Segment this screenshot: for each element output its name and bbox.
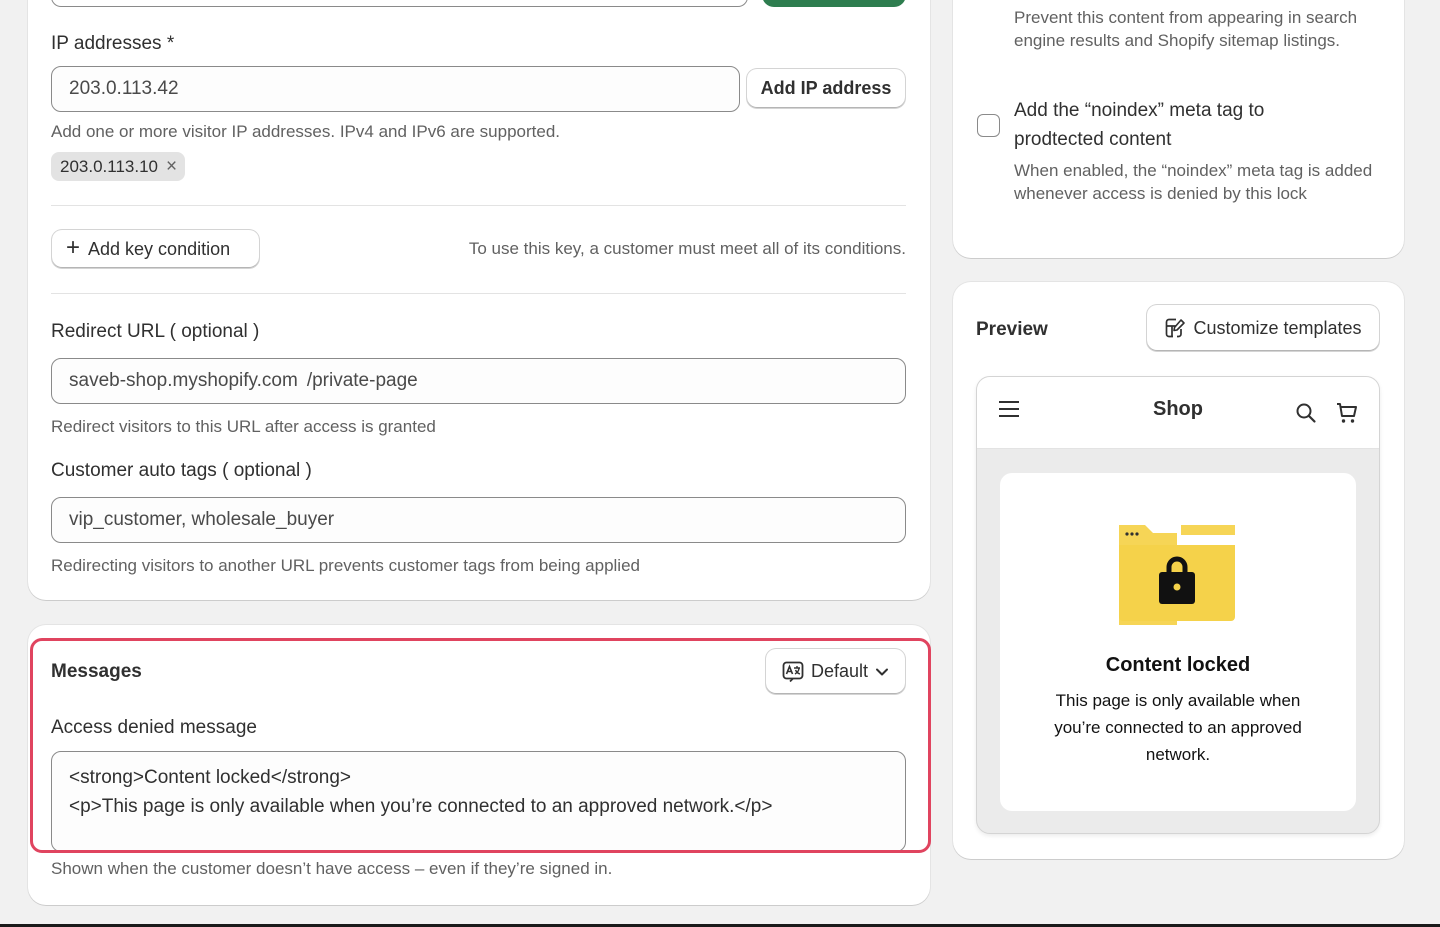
redirect-url-input[interactable]: saveb-shop.myshopify.com /private-page [51, 358, 906, 404]
seo-card: Prevent this content from appearing in s… [953, 0, 1404, 258]
shop-name: Shop [1153, 398, 1203, 420]
locked-content-panel: Content locked This page is only availab… [1000, 473, 1356, 811]
message-line-1: <strong>Content locked</strong> [69, 767, 352, 788]
section-divider [51, 205, 906, 206]
redirect-path: /private-page [306, 370, 418, 391]
ip-tag-label: 203.0.113.10 [60, 156, 158, 176]
language-dropdown[interactable]: Default [766, 649, 905, 694]
messages-title: Messages [51, 661, 142, 682]
noindex-help: When enabled, the “noindex” meta tag is … [1014, 161, 1373, 203]
storefront-preview: Shop Content locked This page is only av… [976, 376, 1380, 834]
locked-folder-icon [1119, 525, 1235, 625]
customize-templates-button[interactable]: Customize templates [1147, 305, 1379, 351]
locked-text: This page is only available when you’re … [1054, 691, 1302, 764]
translate-icon [782, 661, 804, 682]
access-denied-label: Access denied message [51, 717, 257, 738]
search-icon[interactable] [1295, 402, 1317, 424]
remove-tag-icon[interactable]: × [166, 157, 177, 176]
preview-card: Preview Customize templates Shop Content… [953, 282, 1404, 859]
language-label: Default [810, 661, 869, 681]
redirect-help-text: Redirect visitors to this URL after acce… [51, 417, 436, 436]
plus-icon: + [66, 234, 81, 261]
ip-tag: 203.0.113.10 × [51, 152, 186, 181]
add-ip-address-button[interactable]: Add IP address [747, 69, 905, 108]
preview-title: Preview [976, 319, 1048, 340]
message-line-2: <p>This page is only available when you’… [69, 796, 773, 817]
add-key-condition-label: Add key condition [88, 238, 231, 259]
access-denied-textarea[interactable]: <strong>Content locked</strong> <p>This … [51, 751, 906, 852]
template-edit-icon [1166, 318, 1186, 338]
ip-address-input[interactable]: 203.0.113.42 [51, 66, 740, 112]
primary-button[interactable] [762, 0, 906, 7]
ip-addresses-label: IP addresses * [51, 33, 175, 54]
cart-icon[interactable] [1335, 401, 1359, 425]
redirect-domain: saveb-shop.myshopify.com [69, 370, 298, 391]
customize-templates-label: Customize templates [1193, 317, 1362, 338]
noindex-checkbox[interactable] [977, 114, 1000, 137]
auto-tags-help-text: Redirecting visitors to another URL prev… [51, 556, 640, 575]
messages-card: Messages Default Access denied message <… [28, 625, 930, 905]
previous-input[interactable] [51, 0, 748, 7]
section-divider [51, 293, 906, 294]
add-key-condition-button[interactable]: + Add key condition [52, 230, 259, 268]
hide-content-help: Prevent this content from appearing in s… [1014, 8, 1358, 50]
key-condition-note: To use this key, a customer must meet al… [468, 239, 906, 258]
locked-title: Content locked [1105, 654, 1251, 676]
lock-settings-card: IP addresses * 203.0.113.42 Add IP addre… [28, 0, 930, 600]
messages-help-text: Shown when the customer doesn’t have acc… [51, 859, 613, 878]
ip-help-text: Add one or more visitor IP addresses. IP… [51, 122, 561, 141]
chevron-down-icon [876, 668, 889, 675]
storefront-header: Shop [977, 377, 1379, 449]
auto-tags-input[interactable]: vip_customer, wholesale_buyer [51, 497, 906, 543]
auto-tags-label: Customer auto tags ( optional ) [51, 460, 312, 481]
redirect-url-label: Redirect URL ( optional ) [51, 321, 260, 342]
noindex-label: Add the “noindex” meta tag to prodtected… [1014, 100, 1265, 150]
